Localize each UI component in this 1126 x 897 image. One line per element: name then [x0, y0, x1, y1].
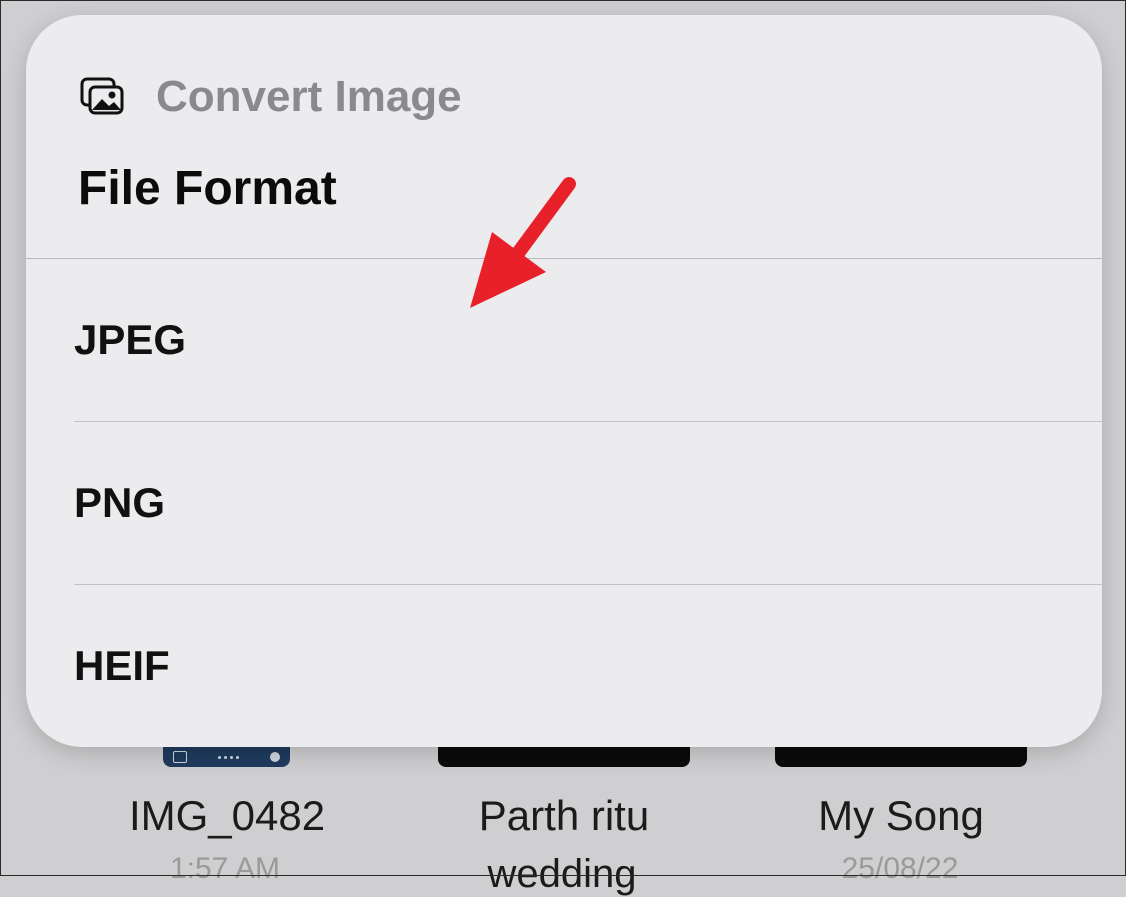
thumbnail-dock: [163, 747, 290, 767]
option-label: HEIF: [74, 642, 170, 689]
option-label: JPEG: [74, 316, 187, 363]
option-png[interactable]: PNG: [74, 422, 1102, 584]
section-title: File Format: [78, 162, 337, 215]
shortcut-label[interactable]: My Song: [818, 792, 984, 840]
app-title: Convert Image: [156, 72, 462, 121]
photos-stack-icon: [80, 77, 124, 115]
option-label: PNG: [74, 479, 166, 526]
shortcut-subtitle: wedding: [487, 852, 637, 896]
option-heif[interactable]: HEIF: [74, 585, 1102, 747]
photos-mini-icon: [173, 751, 187, 763]
shortcut-label[interactable]: Parth ritu: [479, 792, 649, 840]
page-dots-icon: [218, 755, 239, 759]
shortcut-label[interactable]: IMG_0482: [129, 792, 325, 840]
more-mini-icon: [270, 752, 280, 762]
file-format-sheet: Convert Image File Format JPEG PNG HEIF: [26, 15, 1102, 747]
shortcut-subtitle: 1:57 AM: [169, 852, 281, 885]
shortcut-subtitle: 25/08/22: [841, 852, 959, 885]
sheet-header: Convert Image: [80, 69, 462, 125]
red-arrow-icon: [470, 177, 576, 308]
